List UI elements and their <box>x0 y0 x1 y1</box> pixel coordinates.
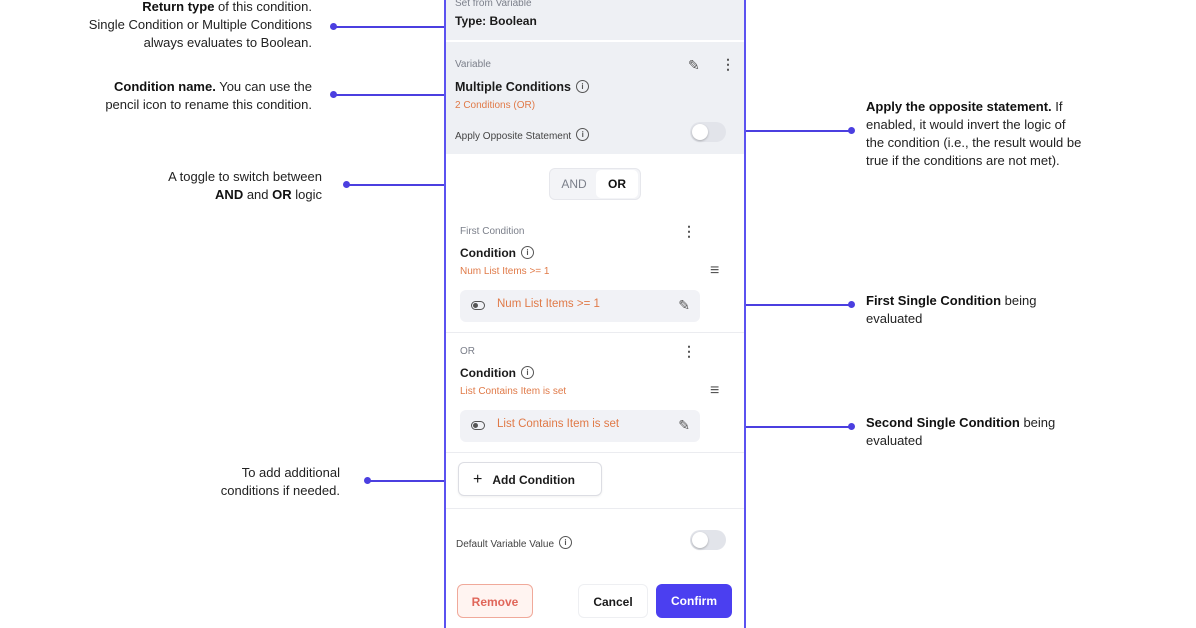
toggle-knob <box>692 532 708 548</box>
cancel-button[interactable]: Cancel <box>578 584 648 618</box>
condition-header: First Condition <box>460 226 525 237</box>
remove-button[interactable]: Remove <box>457 584 533 618</box>
condition-expression-box[interactable]: List Contains Item is set ✎ <box>460 410 700 442</box>
callout-toggle: A toggle to switch between AND and OR lo… <box>168 169 322 202</box>
callout-line <box>334 94 444 96</box>
opposite-statement-toggle[interactable] <box>690 122 726 142</box>
plus-icon: + <box>473 471 483 488</box>
callout-dot <box>848 301 855 308</box>
variable-name-row: Multiple Conditions i <box>455 78 589 96</box>
condition-title: Condition <box>460 366 516 380</box>
condition-title-row: Condition i <box>460 244 534 262</box>
condition-title-row: Condition i <box>460 364 534 382</box>
opposite-statement-row: Apply Opposite Statement i <box>455 126 590 144</box>
variable-section: Variable ✎ ⋮ Multiple Conditions i 2 Cond… <box>446 42 744 154</box>
condition-summary: List Contains Item is set <box>460 386 567 397</box>
callout-condition-name: Condition name. You can use the pencil i… <box>105 79 312 112</box>
divider <box>446 508 744 509</box>
set-from-variable-label: Set from Variable <box>455 0 532 9</box>
more-vertical-icon[interactable]: ⋮ <box>682 224 696 238</box>
callout-line <box>728 426 850 428</box>
info-icon: i <box>576 128 590 142</box>
variable-label: Variable <box>455 59 491 70</box>
callout-first-condition: First Single Condition being evaluated <box>866 293 1037 326</box>
callout-dot <box>848 423 855 430</box>
callout-second-condition: Second Single Condition being evaluated <box>866 415 1056 448</box>
variable-subtitle: 2 Conditions (OR) <box>455 100 536 111</box>
toggle-icon <box>471 421 485 430</box>
toggle-knob <box>692 124 708 140</box>
condition-card-2: OR ⋮ Condition i List Contains Item is se… <box>446 334 744 452</box>
info-icon: i <box>520 246 534 260</box>
pencil-icon[interactable]: ✎ <box>678 417 690 434</box>
logic-or-option[interactable]: OR <box>596 170 638 198</box>
confirm-button[interactable]: Confirm <box>656 584 732 618</box>
pencil-icon[interactable]: ✎ <box>688 58 700 72</box>
callout-add-condition: To add additional conditions if needed. <box>220 465 340 498</box>
default-value-toggle[interactable] <box>690 530 726 550</box>
info-icon: i <box>520 366 534 380</box>
condition-card-1: First Condition ⋮ Condition i Num List It… <box>446 214 744 332</box>
default-value-label: Default Variable Value <box>456 539 555 550</box>
callout-line <box>334 26 444 28</box>
drag-handle-icon[interactable]: ≡ <box>710 383 719 399</box>
callout-return-type: Return type of this condition. Single Co… <box>88 0 312 50</box>
return-type-section: Set from Variable Type: Boolean <box>446 0 744 40</box>
default-value-row: Default Variable Value i <box>456 534 573 552</box>
divider <box>446 452 744 453</box>
callout-line <box>728 304 850 306</box>
pencil-icon[interactable]: ✎ <box>678 297 690 314</box>
info-icon: i <box>575 80 589 94</box>
logic-and-option[interactable]: AND <box>552 169 596 199</box>
add-condition-button[interactable]: + Add Condition <box>458 462 602 496</box>
variable-name: Multiple Conditions <box>455 80 571 94</box>
opposite-statement-label: Apply Opposite Statement <box>455 131 572 142</box>
condition-expression-box[interactable]: Num List Items >= 1 ✎ <box>460 290 700 322</box>
drag-handle-icon[interactable]: ≡ <box>710 263 719 279</box>
divider <box>446 332 744 333</box>
condition-panel: Set from Variable Type: Boolean Variable… <box>444 0 746 628</box>
info-icon: i <box>559 536 573 550</box>
more-vertical-icon[interactable]: ⋮ <box>682 344 696 358</box>
more-vertical-icon[interactable]: ⋮ <box>721 57 735 71</box>
condition-header: OR <box>460 346 475 357</box>
toggle-icon <box>471 301 485 310</box>
type-label: Type: Boolean <box>455 14 537 28</box>
callout-dot <box>848 127 855 134</box>
condition-expression: List Contains Item is set <box>497 418 620 430</box>
condition-summary: Num List Items >= 1 <box>460 266 550 277</box>
condition-expression: Num List Items >= 1 <box>497 298 600 310</box>
logic-switch: AND OR <box>549 168 641 200</box>
callout-opposite-statement: Apply the opposite statement. If enabled… <box>866 99 1082 168</box>
callout-line <box>368 480 444 482</box>
condition-title: Condition <box>460 246 516 260</box>
